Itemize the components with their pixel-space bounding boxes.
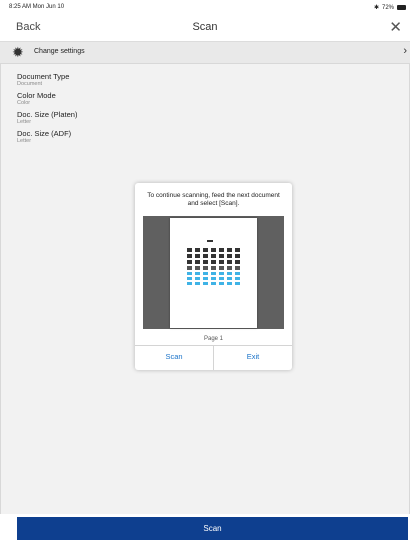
- setting-title: Document Type: [17, 72, 70, 81]
- preview-bar-column: [195, 248, 200, 286]
- chevron-right-icon: ›: [403, 45, 407, 57]
- preview-bar-column: [219, 248, 224, 286]
- setting-color-mode: Color Mode Color: [17, 91, 77, 107]
- page-number-label: Page 1: [203, 336, 224, 342]
- preview-bar-column: [235, 248, 240, 286]
- setting-value: Document: [17, 81, 43, 87]
- preview-page-image: [170, 218, 257, 328]
- preview-bar-column: [227, 248, 232, 286]
- scan-preview: [143, 216, 284, 329]
- preview-bar-column: [187, 248, 192, 286]
- continue-scan-dialog: To continue scanning, feed the next docu…: [135, 183, 292, 370]
- setting-title: Doc. Size (Platen): [17, 110, 78, 119]
- preview-bar-column: [211, 248, 216, 286]
- dialog-button-bar: Scan Exit: [135, 345, 292, 370]
- preview-bars: [176, 248, 251, 286]
- nav-bar: Back Scan ✕: [0, 14, 410, 42]
- battery-icon: [397, 5, 406, 10]
- dialog-scan-button[interactable]: Scan: [135, 346, 214, 370]
- bluetooth-icon: ✱: [373, 5, 379, 11]
- page-title: Scan: [192, 21, 218, 33]
- setting-value: Letter: [17, 138, 32, 144]
- settings-list: Document Type Document Color Mode Color …: [17, 72, 77, 148]
- setting-value: Letter: [17, 119, 32, 125]
- dialog-exit-button[interactable]: Exit: [214, 346, 292, 370]
- preview-mark: [207, 240, 213, 242]
- setting-document-type: Document Type Document: [17, 72, 77, 88]
- setting-title: Doc. Size (ADF): [17, 129, 72, 138]
- setting-doc-size-platen: Doc. Size (Platen) Letter: [17, 110, 77, 126]
- status-time-date: 8:25 AM Mon Jun 10: [9, 4, 65, 10]
- preview-bar-column: [203, 248, 208, 286]
- change-settings-row[interactable]: ✹ Change settings ›: [0, 42, 410, 64]
- status-bar: 8:25 AM Mon Jun 10 ✱ 72%: [0, 0, 410, 14]
- setting-doc-size-adf: Doc. Size (ADF) Letter: [17, 129, 77, 145]
- scan-button[interactable]: Scan: [17, 517, 408, 540]
- gear-icon: ✹: [12, 44, 24, 60]
- dialog-message: To continue scanning, feed the next docu…: [147, 192, 280, 207]
- setting-value: Color: [17, 100, 31, 106]
- close-icon[interactable]: ✕: [389, 18, 402, 36]
- battery-percent: 72%: [381, 4, 394, 11]
- change-settings-label: Change settings: [34, 48, 85, 55]
- setting-title: Color Mode: [17, 91, 56, 100]
- status-indicators: ✱ 72%: [374, 4, 406, 11]
